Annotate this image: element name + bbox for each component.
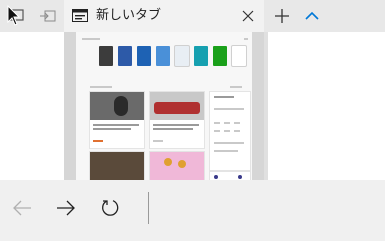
new-tab-favicon-icon [72,9,88,22]
top-sites-menu [244,38,248,40]
navigation-bar [0,180,385,241]
top-sites-heading [82,38,100,40]
news-card [90,92,144,148]
forward-button[interactable] [48,190,84,226]
weather-card [210,92,250,170]
tab-bar: 新しいタブ [0,0,385,32]
top-site-tile [232,46,246,66]
news-card [150,92,204,148]
top-site-tile [175,46,189,66]
tab-preview-icon [7,5,24,26]
top-site-tile [156,46,170,66]
top-site-tile [137,46,151,66]
top-site-tile [213,46,227,66]
close-icon [242,10,254,22]
tab-thumbnail-preview[interactable] [64,32,264,180]
tab-new-tab[interactable]: 新しいタブ [64,0,264,32]
plus-icon [275,9,289,23]
refresh-icon [102,200,119,216]
close-tab-button[interactable] [236,0,260,32]
news-card [90,152,144,180]
top-site-tile [194,46,208,66]
top-site-tile [118,46,132,66]
set-aside-tabs-icon [40,10,56,22]
back-button[interactable] [4,190,40,226]
chevron-up-icon [305,11,319,20]
news-image [90,92,144,120]
forward-arrow-icon [57,200,75,216]
tab-preview-button[interactable] [4,0,28,32]
list-card [210,172,250,180]
back-arrow-icon [13,200,31,216]
toolbar-divider [148,192,149,224]
news-card [150,152,204,180]
top-site-tile [99,46,113,66]
set-aside-tabs-button[interactable] [36,0,60,32]
new-tab-button[interactable] [270,0,294,32]
hide-tab-previews-button[interactable] [300,0,324,32]
feed-heading [90,86,112,88]
feed-settings [230,86,242,88]
thumbnail-page [76,32,252,180]
preview-scrollbar[interactable] [264,32,268,180]
refresh-button[interactable] [92,190,128,226]
tab-title: 新しいタブ [96,8,162,23]
news-image [150,92,204,120]
